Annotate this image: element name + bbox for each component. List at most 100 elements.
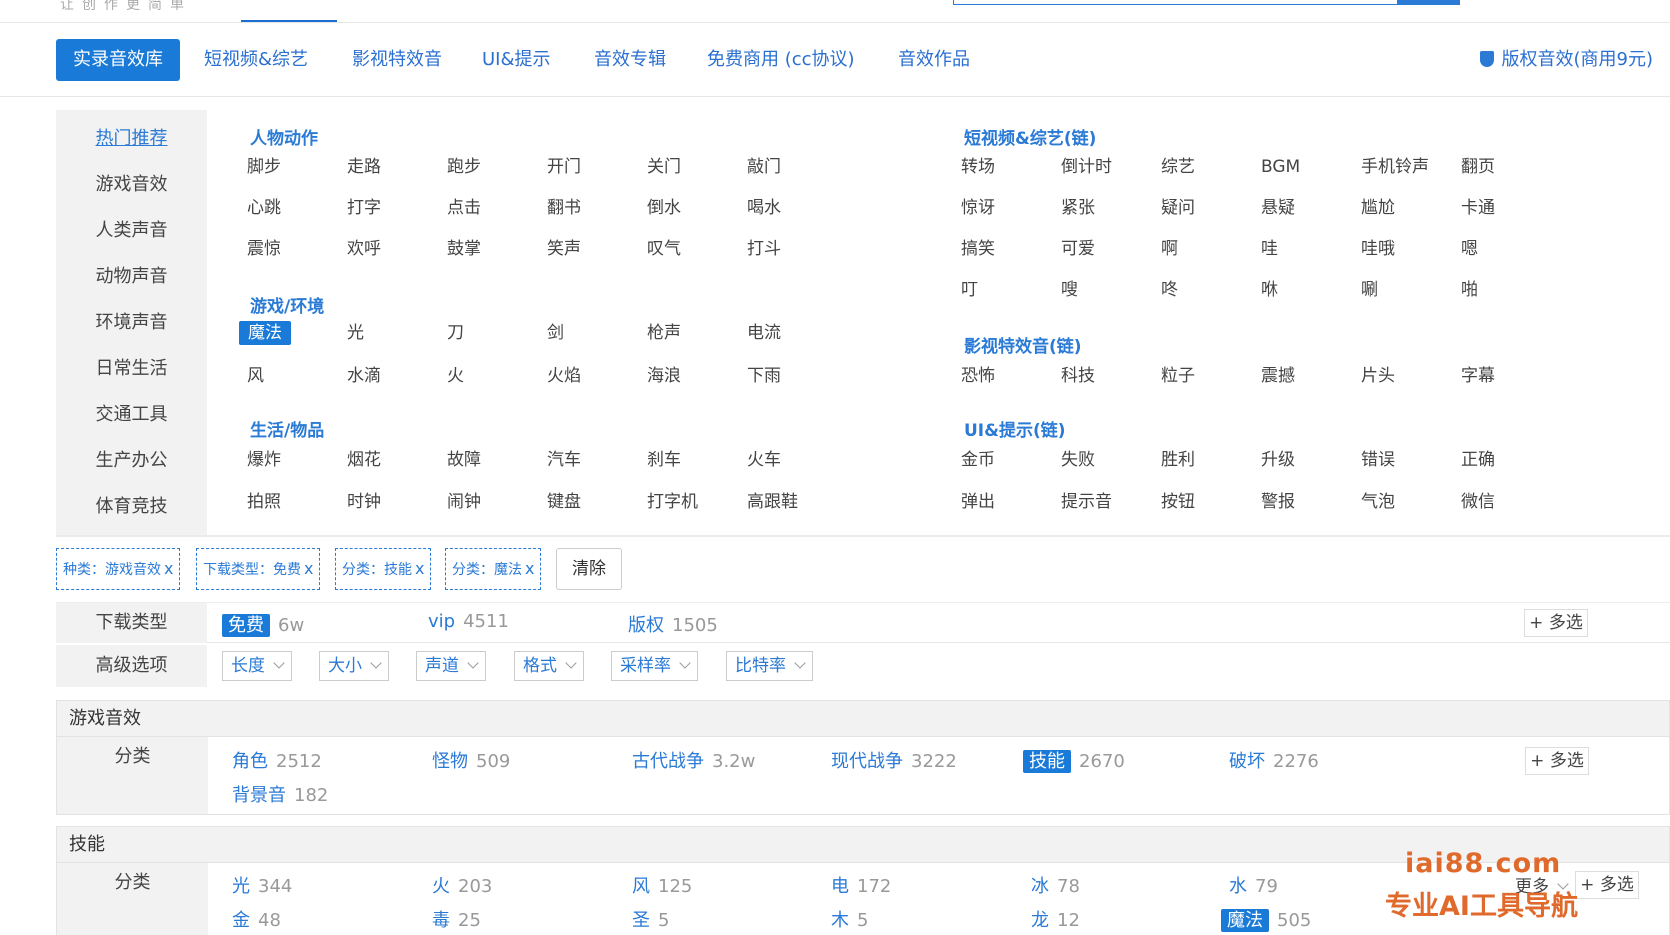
keyword[interactable]: 光 xyxy=(347,321,364,345)
keyword[interactable]: 综艺 xyxy=(1161,155,1195,179)
keyword[interactable]: 鼓掌 xyxy=(447,237,481,261)
keyword[interactable]: 火焰 xyxy=(547,364,581,388)
close-icon[interactable]: x xyxy=(164,559,173,578)
filter-option-free[interactable]: 免费 6w xyxy=(222,611,304,637)
skill-option[interactable]: 风 125 xyxy=(632,872,692,898)
nav-tab-short-video[interactable]: 短视频&综艺 xyxy=(204,39,308,81)
keyword-active[interactable]: 魔法 xyxy=(239,321,291,345)
dropdown-sample-rate[interactable]: 采样率 xyxy=(611,651,698,681)
skill-option[interactable]: 火 203 xyxy=(432,872,492,898)
keyword[interactable]: 惊讶 xyxy=(961,196,995,220)
keyword[interactable]: 风 xyxy=(247,364,264,388)
keyword[interactable]: 嗯 xyxy=(1461,237,1478,261)
keyword[interactable]: 点击 xyxy=(447,196,481,220)
keyword[interactable]: 叮 xyxy=(961,278,978,302)
close-icon[interactable]: x xyxy=(304,559,313,578)
keyword[interactable]: 烟花 xyxy=(347,448,381,472)
filter-chip-skill[interactable]: 分类：技能 x xyxy=(335,548,432,590)
multi-select-button[interactable]: + 多选 xyxy=(1524,609,1588,637)
skill-option[interactable]: 龙 12 xyxy=(1031,906,1080,932)
keyword[interactable]: 转场 xyxy=(961,155,995,179)
search-button[interactable] xyxy=(1397,0,1460,5)
category-option-ancient-war[interactable]: 古代战争 3.2w xyxy=(632,747,755,773)
keyword[interactable]: 拍照 xyxy=(247,490,281,514)
category-option-role[interactable]: 角色 2512 xyxy=(232,747,322,773)
keyword[interactable]: 倒水 xyxy=(647,196,681,220)
sidebar-item-sports[interactable]: 体育竞技 xyxy=(56,492,207,518)
clear-filters-button[interactable]: 清除 xyxy=(556,548,622,590)
keyword[interactable]: 火 xyxy=(447,364,464,388)
keyword[interactable]: 金币 xyxy=(961,448,995,472)
keyword[interactable]: 尴尬 xyxy=(1361,196,1395,220)
skill-option[interactable]: 光 344 xyxy=(232,872,292,898)
keyword[interactable]: 震撼 xyxy=(1261,364,1295,388)
keyword[interactable]: 喝水 xyxy=(747,196,781,220)
keyword[interactable]: 枪声 xyxy=(647,321,681,345)
keyword[interactable]: 科技 xyxy=(1061,364,1095,388)
dropdown-length[interactable]: 长度 xyxy=(222,651,292,681)
skill-option[interactable]: 毒 25 xyxy=(432,906,481,932)
nav-tab-ui-tips[interactable]: UI&提示 xyxy=(482,39,551,81)
sidebar-item-office[interactable]: 生产办公 xyxy=(56,446,207,472)
keyword[interactable]: 电流 xyxy=(747,321,781,345)
skill-option[interactable]: 电 172 xyxy=(831,872,891,898)
category-option-modern-war[interactable]: 现代战争 3222 xyxy=(831,747,957,773)
sidebar-item-game[interactable]: 游戏音效 xyxy=(56,170,207,196)
dropdown-bitrate[interactable]: 比特率 xyxy=(726,651,813,681)
keyword[interactable]: 心跳 xyxy=(247,196,281,220)
copyright-sfx-link[interactable]: 版权音效(商用9元) xyxy=(1479,39,1653,81)
keyword[interactable]: 翻书 xyxy=(547,196,581,220)
filter-chip-download-type[interactable]: 下载类型：免费 x xyxy=(196,548,321,590)
keyword[interactable]: 震惊 xyxy=(247,237,281,261)
keyword[interactable]: 翻页 xyxy=(1461,155,1495,179)
keyword[interactable]: 胜利 xyxy=(1161,448,1195,472)
sidebar-item-animal[interactable]: 动物声音 xyxy=(56,262,207,288)
keyword[interactable]: 开门 xyxy=(547,155,581,179)
nav-tab-free-commercial[interactable]: 免费商用 (cc协议) xyxy=(707,39,855,81)
skill-option[interactable]: 冰 78 xyxy=(1031,872,1080,898)
keyword[interactable]: 弹出 xyxy=(961,490,995,514)
keyword[interactable]: 疑问 xyxy=(1161,196,1195,220)
keyword[interactable]: 刹车 xyxy=(647,448,681,472)
keyword[interactable]: 下雨 xyxy=(747,364,781,388)
filter-chip-magic[interactable]: 分类：魔法 x xyxy=(445,548,542,590)
category-option-bgm[interactable]: 背景音 182 xyxy=(232,781,328,807)
skill-option[interactable]: 金 48 xyxy=(232,906,281,932)
keyword[interactable]: 提示音 xyxy=(1061,490,1112,514)
keyword[interactable]: 按钮 xyxy=(1161,490,1195,514)
keyword[interactable]: 哇 xyxy=(1261,237,1278,261)
keyword[interactable]: 啪 xyxy=(1461,278,1478,302)
keyword[interactable]: 紧张 xyxy=(1061,196,1095,220)
keyword[interactable]: 升级 xyxy=(1261,448,1295,472)
skill-option[interactable]: 木5 xyxy=(831,906,868,932)
keyword[interactable]: 字幕 xyxy=(1461,364,1495,388)
keyword[interactable]: 故障 xyxy=(447,448,481,472)
keyword[interactable]: 跑步 xyxy=(447,155,481,179)
filter-option-vip[interactable]: vip 4511 xyxy=(428,611,509,632)
keyword[interactable]: 失败 xyxy=(1061,448,1095,472)
keyword[interactable]: 倒计时 xyxy=(1061,155,1112,179)
filter-chip-category[interactable]: 种类：游戏音效 x xyxy=(56,548,181,590)
keyword[interactable]: 搞笑 xyxy=(961,237,995,261)
keyword[interactable]: 高跟鞋 xyxy=(747,490,798,514)
keyword[interactable]: 哇哦 xyxy=(1361,237,1395,261)
category-option-monster[interactable]: 怪物 509 xyxy=(432,747,510,773)
nav-tab-recorded-sfx[interactable]: 实录音效库 xyxy=(56,39,180,81)
sidebar-item-environment[interactable]: 环境声音 xyxy=(56,308,207,334)
keyword[interactable]: 唰 xyxy=(1361,278,1378,302)
close-icon[interactable]: x xyxy=(525,559,534,578)
close-icon[interactable]: x xyxy=(415,559,424,578)
keyword[interactable]: 啊 xyxy=(1161,237,1178,261)
keyword[interactable]: 火车 xyxy=(747,448,781,472)
keyword[interactable]: 叹气 xyxy=(647,237,681,261)
keyword[interactable]: 错误 xyxy=(1361,448,1395,472)
keyword[interactable]: 悬疑 xyxy=(1261,196,1295,220)
keyword[interactable]: 敲门 xyxy=(747,155,781,179)
keyword[interactable]: 卡通 xyxy=(1461,196,1495,220)
skill-option[interactable]: 水 79 xyxy=(1229,872,1278,898)
keyword[interactable]: 粒子 xyxy=(1161,364,1195,388)
dropdown-size[interactable]: 大小 xyxy=(319,651,389,681)
keyword[interactable]: 走路 xyxy=(347,155,381,179)
skill-option-magic[interactable]: 魔法 505 xyxy=(1221,906,1311,932)
keyword[interactable]: 欢呼 xyxy=(347,237,381,261)
